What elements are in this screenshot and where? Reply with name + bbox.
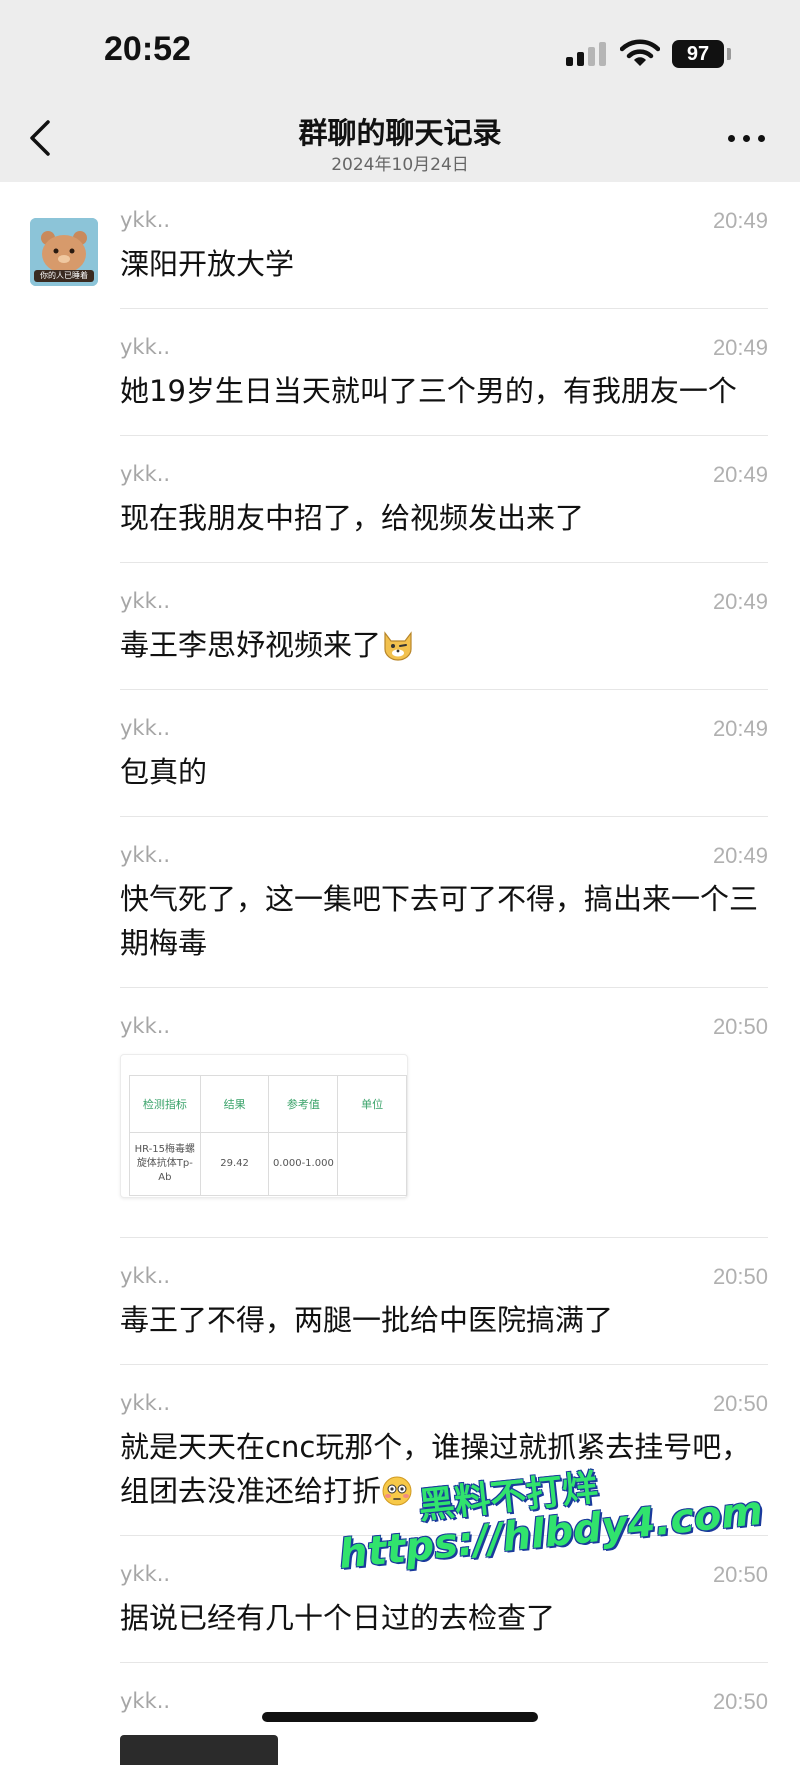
message-text: 毒王了不得，两腿一批给中医院搞满了	[120, 1303, 614, 1337]
more-options-icon[interactable]	[724, 122, 770, 152]
message-text: 据说已经有几十个日过的去检查了	[120, 1601, 556, 1635]
avatar-caption: 你的人已睡着	[40, 271, 88, 280]
image-attachment[interactable]: 检测指标 结果 参考值 单位 HR-15梅毒螺旋体抗体Tp-Ab 29.42 0…	[120, 1054, 408, 1198]
sender-name: ykk..	[120, 843, 171, 867]
message-item[interactable]: ykk.. 20:49 包真的	[0, 690, 800, 817]
message-item[interactable]: ykk.. 20:50 毒王了不得，两腿一批给中医院搞满了	[0, 1238, 800, 1365]
sender-name: ykk..	[120, 1689, 171, 1713]
page-title: 群聊的聊天记录	[298, 116, 502, 150]
message-text: 毒王李思妤视频来了	[120, 623, 770, 667]
home-indicator[interactable]	[262, 1712, 538, 1722]
message-time: 20:49	[712, 462, 768, 487]
sender-name: ykk..	[120, 462, 171, 486]
message-text: 现在我朋友中招了，给视频发出来了	[120, 501, 585, 535]
nav-bar: 群聊的聊天记录 2024年10月24日	[0, 100, 800, 182]
page-subtitle: 2024年10月24日	[331, 155, 469, 175]
table-cell	[337, 1132, 407, 1196]
sender-name: ykk..	[120, 1562, 171, 1586]
message-text: 包真的	[120, 755, 208, 789]
message-time: 20:49	[712, 589, 768, 614]
message-item[interactable]: 你的人已睡着 ykk.. 20:49 溧阳开放大学	[0, 182, 800, 309]
table-header: 结果	[199, 1075, 270, 1133]
table-cell: HR-15梅毒螺旋体抗体Tp-Ab	[129, 1132, 201, 1196]
sender-name: ykk..	[120, 335, 171, 359]
table-header: 检测指标	[129, 1075, 201, 1133]
message-item[interactable]: ykk.. 20:50 检测指标 结果 参考值 单位 HR-15梅毒螺旋体抗体T…	[0, 988, 800, 1238]
sender-name: ykk..	[120, 716, 171, 740]
sender-name: ykk..	[120, 1391, 171, 1415]
flushed-face-emoji-icon	[382, 1476, 412, 1506]
status-bar: 20:52 97	[0, 0, 800, 100]
message-text: 快气死了，这一集吧下去可了不得，搞出来一个三期梅毒	[120, 882, 759, 960]
message-text: 她19岁生日当天就叫了三个男的，有我朋友一个	[120, 374, 737, 408]
message-time: 20:50	[712, 1689, 768, 1714]
message-time: 20:50	[712, 1562, 768, 1587]
message-time: 20:50	[712, 1264, 768, 1289]
sender-name: ykk..	[120, 1264, 171, 1288]
avatar[interactable]: 你的人已睡着	[30, 218, 98, 286]
message-time: 20:49	[712, 716, 768, 741]
sender-name: ykk..	[120, 589, 171, 613]
message-item[interactable]: ykk.. 20:49 现在我朋友中招了，给视频发出来了	[0, 436, 800, 563]
table-header: 单位	[337, 1075, 407, 1133]
battery-indicator: 97	[672, 40, 724, 68]
message-time: 20:50	[712, 1391, 768, 1416]
sender-name: ykk..	[120, 1014, 171, 1038]
message-time: 20:50	[712, 1014, 768, 1039]
wifi-icon	[620, 39, 660, 66]
table-cell: 0.000-1.000	[268, 1132, 339, 1196]
status-time: 20:52	[104, 30, 191, 68]
message-text: 溧阳开放大学	[120, 247, 295, 281]
image-attachment[interactable]	[120, 1735, 278, 1765]
message-item[interactable]: ykk.. 20:49 毒王李思妤视频来了	[0, 563, 800, 690]
message-item[interactable]: ykk.. 20:49 她19岁生日当天就叫了三个男的，有我朋友一个	[0, 309, 800, 436]
cellular-signal-icon	[566, 40, 608, 66]
message-text-content: 毒王李思妤视频来了	[120, 628, 382, 662]
table-header: 参考值	[268, 1075, 339, 1133]
message-time: 20:49	[712, 335, 768, 360]
battery-tip-icon	[727, 48, 731, 60]
sender-name: ykk..	[120, 208, 171, 232]
doge-emoji-icon	[384, 631, 412, 661]
message-time: 20:49	[712, 843, 768, 868]
message-time: 20:49	[712, 208, 768, 233]
message-item[interactable]: ykk.. 20:49 快气死了，这一集吧下去可了不得，搞出来一个三期梅毒	[0, 817, 800, 988]
lab-report-table: 检测指标 结果 参考值 单位 HR-15梅毒螺旋体抗体Tp-Ab 29.42 0…	[129, 1075, 407, 1196]
table-cell: 29.42	[199, 1132, 270, 1196]
